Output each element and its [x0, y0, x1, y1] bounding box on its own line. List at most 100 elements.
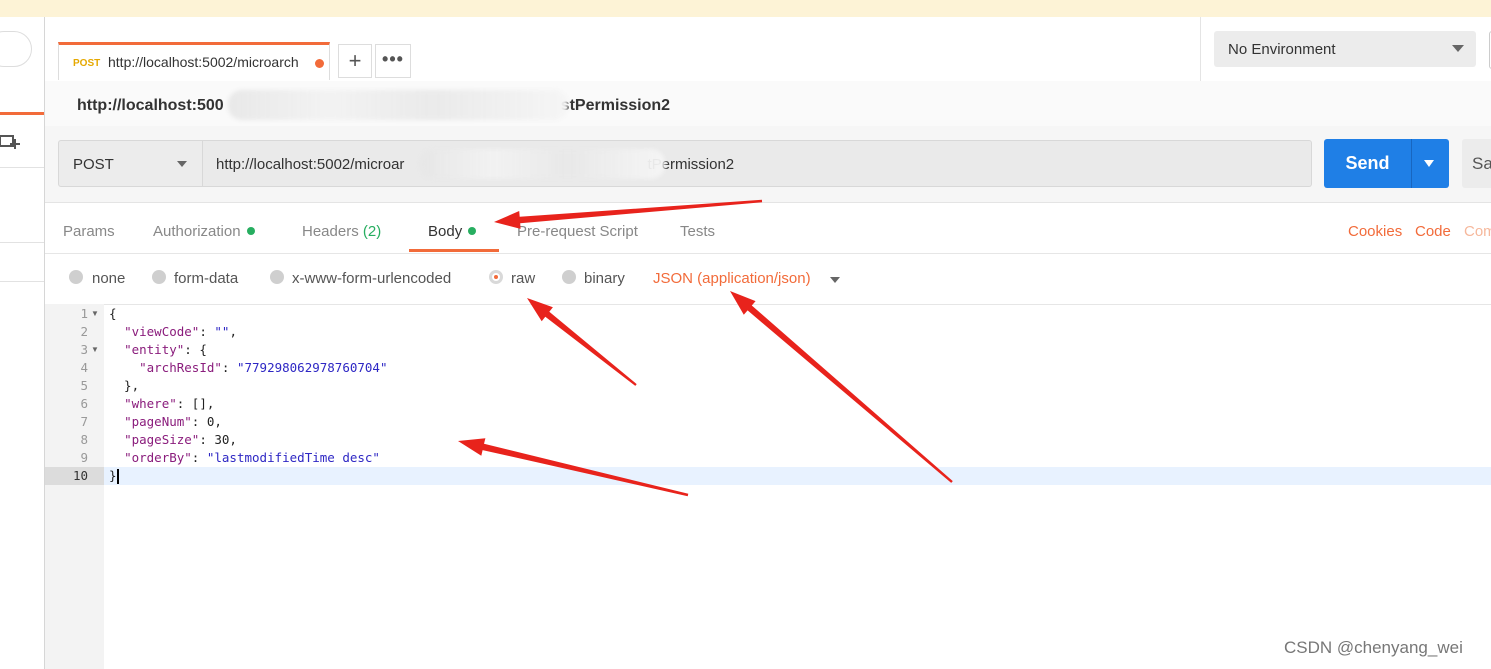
- fold-toggle-icon[interactable]: ▼: [91, 305, 99, 323]
- environment-label: No Environment: [1228, 41, 1336, 58]
- send-button[interactable]: Send: [1324, 139, 1449, 188]
- radio-raw-label: raw: [511, 270, 536, 287]
- line-number: 10: [72, 468, 88, 483]
- code-token: "779298062978760704": [236, 360, 388, 375]
- sidebar-active-indicator: [0, 112, 44, 115]
- code-token: :: [221, 360, 237, 375]
- code-token: : [],: [176, 396, 215, 411]
- radio-none-label: none: [92, 270, 126, 287]
- radio-raw[interactable]: [489, 270, 503, 284]
- tab-headers[interactable]: Headers (2): [302, 223, 381, 240]
- sidebar-divider: [0, 167, 44, 168]
- save-label: Sa: [1472, 154, 1491, 173]
- code-token: ,: [229, 324, 237, 339]
- radio-urlencoded-label: x-www-form-urlencoded: [292, 270, 452, 287]
- line-number: 8: [80, 432, 88, 447]
- unsaved-dot-icon: [315, 59, 324, 68]
- radio-binary[interactable]: [562, 270, 576, 284]
- radio-form-data[interactable]: [152, 270, 166, 284]
- cookies-link[interactable]: Cookies: [1348, 223, 1402, 240]
- line-number: 7: [80, 414, 88, 429]
- code-token: "pageNum": [124, 414, 192, 429]
- redaction-blur: [228, 90, 568, 120]
- code-line: {: [109, 305, 117, 323]
- headers-count-badge: (2): [362, 223, 382, 240]
- code-token: {: [109, 306, 117, 321]
- notice-banner: [0, 0, 1491, 18]
- watermark: CSDN @chenyang_wei: [1284, 638, 1463, 657]
- new-tab-button[interactable]: +: [338, 44, 372, 78]
- save-button[interactable]: Sa: [1462, 139, 1491, 188]
- code-token: "orderBy": [124, 450, 192, 465]
- code-token: "entity": [124, 342, 185, 357]
- sidebar-divider: [0, 242, 44, 243]
- tab-tests[interactable]: Tests: [680, 223, 715, 240]
- tab-authorization-label: Authorization: [153, 223, 241, 240]
- more-tabs-button[interactable]: •••: [375, 44, 411, 78]
- line-number: 4: [80, 360, 88, 375]
- request-name-start: http://localhost:500: [77, 97, 224, 114]
- line-number: 2: [80, 324, 88, 339]
- comments-link[interactable]: Com: [1464, 223, 1491, 240]
- url-text-start: http://localhost:5002/microar: [216, 156, 405, 173]
- line-number: 9: [80, 450, 88, 465]
- request-name-end: stPermission2: [560, 97, 671, 114]
- radio-form-data-label: form-data: [174, 270, 239, 287]
- send-divider: [1411, 139, 1412, 188]
- request-config-tabs: [45, 203, 1491, 254]
- code-token: "where": [124, 396, 177, 411]
- chevron-down-icon: [177, 161, 187, 167]
- active-dot-icon: [468, 227, 477, 235]
- request-tab-method: POST: [73, 58, 101, 69]
- code-line: "orderBy": "lastmodifiedTime desc": [109, 449, 380, 467]
- url-input[interactable]: http://localhost:5002/microar tPermission…: [203, 140, 1312, 187]
- code-token: :: [191, 450, 207, 465]
- code-token: : {: [184, 342, 207, 357]
- code-line: "where": [],: [109, 395, 214, 413]
- code-token: "pageSize": [124, 432, 200, 447]
- code-token: },: [109, 378, 140, 393]
- radio-urlencoded[interactable]: [270, 270, 284, 284]
- code-link[interactable]: Code: [1415, 223, 1451, 240]
- annotation-arrow: [730, 291, 953, 483]
- radio-none[interactable]: [69, 270, 83, 284]
- request-tab-url: http://localhost:5002/microarch: [108, 54, 299, 70]
- tab-prerequest-script[interactable]: Pre-request Script: [517, 223, 638, 240]
- code-line: "pageSize": 30,: [109, 431, 237, 449]
- code-line: }: [109, 467, 117, 485]
- send-options-chevron-icon[interactable]: [1424, 160, 1434, 167]
- tab-body[interactable]: Body: [428, 223, 477, 240]
- sidebar-divider: [0, 281, 44, 282]
- sidebar: [0, 17, 45, 669]
- request-tab[interactable]: POST http://localhost:5002/microarch: [58, 42, 330, 80]
- send-label: Send: [1345, 153, 1390, 173]
- active-tab-underline: [409, 249, 499, 252]
- tab-body-label: Body: [428, 223, 463, 240]
- chevron-down-icon[interactable]: [830, 277, 840, 283]
- new-collection-icon[interactable]: [0, 133, 20, 156]
- code-line: "pageNum": 0,: [109, 413, 222, 431]
- code-token: "lastmodifiedTime desc": [206, 450, 380, 465]
- fold-toggle-icon[interactable]: ▼: [91, 341, 99, 359]
- sidebar-search-pill[interactable]: [0, 31, 32, 67]
- content-type-select[interactable]: JSON (application/json): [653, 270, 811, 287]
- line-number: 5: [80, 378, 88, 393]
- tab-params[interactable]: Params: [63, 223, 115, 240]
- code-token: :: [199, 324, 215, 339]
- active-dot-icon: [246, 227, 255, 235]
- tab-authorization[interactable]: Authorization: [153, 223, 255, 240]
- environment-select[interactable]: No Environment: [1214, 31, 1476, 67]
- method-select[interactable]: POST: [58, 140, 203, 187]
- method-label: POST: [73, 156, 114, 173]
- code-line: "archResId": "779298062978760704": [109, 359, 387, 377]
- code-token: }: [109, 468, 117, 483]
- line-number: 6: [80, 396, 88, 411]
- active-line-highlight: [104, 467, 1491, 485]
- code-token: : 30,: [199, 432, 237, 447]
- code-token: "archResId": [139, 360, 222, 375]
